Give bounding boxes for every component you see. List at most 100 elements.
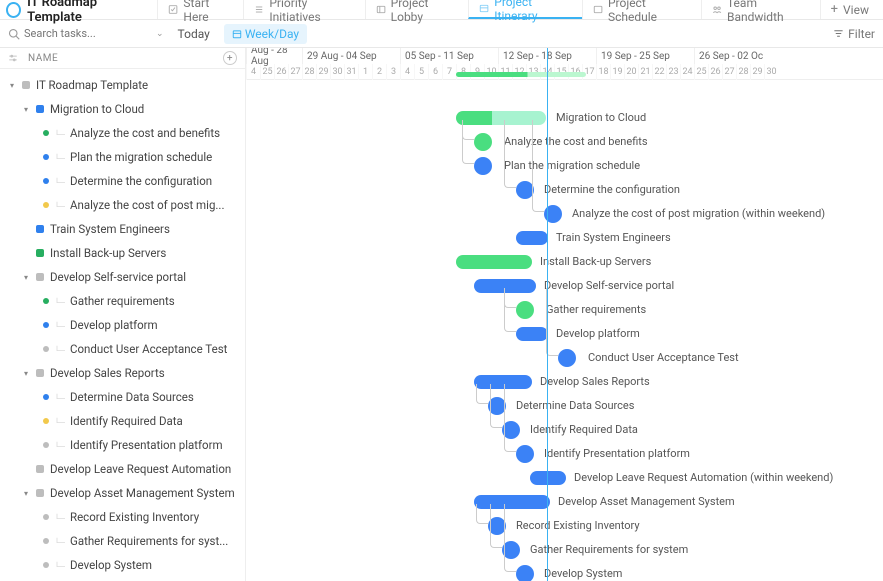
gantt-chart[interactable]: Today Migration to CloudAnalyze the cost…: [246, 80, 883, 581]
week-header: Aug - 28 Aug: [246, 48, 302, 64]
task-label: Gather requirements: [70, 294, 175, 308]
gantt-row[interactable]: Identify Presentation platform: [246, 442, 883, 466]
day-header: 25: [694, 64, 708, 80]
task-row[interactable]: ▾Migration to Cloud: [0, 97, 245, 121]
task-row[interactable]: Identify Presentation platform: [0, 433, 245, 457]
filter-button[interactable]: Filter: [833, 27, 875, 41]
task-row[interactable]: Install Back-up Servers: [0, 241, 245, 265]
status-dot: [43, 394, 49, 400]
task-row[interactable]: ▾Develop Sales Reports: [0, 361, 245, 385]
collapse-icon[interactable]: ▾: [22, 105, 30, 114]
status-dot: [43, 346, 49, 352]
task-row[interactable]: Plan the migration schedule: [0, 145, 245, 169]
task-row[interactable]: Determine the configuration: [0, 169, 245, 193]
task-row[interactable]: Develop platform: [0, 313, 245, 337]
search-box[interactable]: [8, 27, 148, 40]
collapse-icon[interactable]: ▾: [22, 369, 30, 378]
status-dot: [43, 418, 49, 424]
tab-view[interactable]: +View: [820, 0, 879, 19]
task-row[interactable]: Develop System: [0, 553, 245, 577]
bar-label: Conduct User Acceptance Test: [588, 351, 739, 364]
task-row[interactable]: ▾Develop Asset Management System: [0, 481, 245, 505]
today-button[interactable]: Today: [172, 25, 216, 43]
subtask-icon: [56, 177, 66, 185]
milestone-marker[interactable]: [558, 349, 576, 367]
bar-label: Analyze the cost and benefits: [504, 135, 648, 148]
status-dot: [43, 514, 49, 520]
gantt-row[interactable]: Gather requirements: [246, 298, 883, 322]
day-header: 28: [302, 64, 316, 80]
task-bar[interactable]: [516, 231, 548, 245]
task-bar[interactable]: [530, 471, 566, 485]
task-row[interactable]: ▾Develop Self-service portal: [0, 265, 245, 289]
task-label: IT Roadmap Template: [36, 78, 148, 92]
day-header: 29: [750, 64, 764, 80]
task-row[interactable]: Gather Requirements for syst...: [0, 529, 245, 553]
task-row[interactable]: Determine Data Sources: [0, 385, 245, 409]
gantt-row[interactable]: Conduct User Acceptance Test: [246, 346, 883, 370]
collapse-icon[interactable]: ▾: [8, 81, 16, 90]
task-label: Plan the migration schedule: [70, 150, 212, 164]
day-header: 26: [708, 64, 722, 80]
tab-project-lobby[interactable]: Project Lobby: [365, 0, 469, 19]
task-label: Develop System: [70, 558, 152, 572]
status-dot: [43, 154, 49, 160]
milestone-marker[interactable]: [516, 301, 534, 319]
task-bar[interactable]: [516, 327, 548, 341]
gantt-row[interactable]: Develop Sales Reports: [246, 370, 883, 394]
milestone-marker[interactable]: [474, 133, 492, 151]
bar-label: Gather Requirements for system: [530, 543, 688, 556]
task-row[interactable]: Analyze the cost of post mig...: [0, 193, 245, 217]
gantt-row[interactable]: Determine Data Sources: [246, 394, 883, 418]
gantt-row[interactable]: Install Back-up Servers: [246, 250, 883, 274]
search-dropdown-icon[interactable]: ⌄: [156, 29, 164, 39]
subtask-icon: [56, 345, 66, 353]
tab-project-itinerary[interactable]: Project Itinerary: [468, 0, 582, 19]
gantt-row[interactable]: Plan the migration schedule: [246, 154, 883, 178]
milestone-marker[interactable]: [474, 157, 492, 175]
dependency-line: [504, 288, 516, 332]
settings-icon[interactable]: [8, 53, 18, 63]
task-row[interactable]: Gather requirements: [0, 289, 245, 313]
task-row[interactable]: Conduct User Acceptance Test: [0, 337, 245, 361]
task-row[interactable]: Identify Required Data: [0, 409, 245, 433]
gantt-row[interactable]: Develop platform: [246, 322, 883, 346]
task-bar[interactable]: [456, 255, 532, 269]
gantt-row[interactable]: Develop Asset Management System: [246, 490, 883, 514]
collapse-icon[interactable]: ▾: [22, 489, 30, 498]
tab-label: Team Bandwidth: [727, 0, 810, 24]
bar-label: Determine the configuration: [544, 183, 680, 196]
plus-icon: +: [831, 2, 838, 17]
day-header: 27: [288, 64, 302, 80]
gantt-row[interactable]: Record Existing Inventory: [246, 514, 883, 538]
task-row[interactable]: Record Existing Inventory: [0, 505, 245, 529]
collapse-icon[interactable]: ▾: [22, 273, 30, 282]
day-header: 21: [638, 64, 652, 80]
gantt-row[interactable]: Identify Required Data: [246, 418, 883, 442]
gantt-row[interactable]: Gather Requirements for system: [246, 538, 883, 562]
status-dot: [43, 298, 49, 304]
gantt-row[interactable]: Develop Leave Request Automation (within…: [246, 466, 883, 490]
gantt-row[interactable]: Determine the configuration: [246, 178, 883, 202]
search-input[interactable]: [24, 27, 124, 40]
task-row[interactable]: ▾ IT Roadmap Template: [0, 73, 245, 97]
gantt-row[interactable]: Develop Self-service portal: [246, 274, 883, 298]
task-row[interactable]: Analyze the cost and benefits: [0, 121, 245, 145]
status-square: [36, 249, 44, 257]
add-column-button[interactable]: +: [223, 51, 237, 65]
gantt-row[interactable]: Train System Engineers: [246, 226, 883, 250]
milestone-marker[interactable]: [516, 445, 534, 463]
tab-project-schedule[interactable]: Project Schedule: [582, 0, 701, 19]
milestone-marker[interactable]: [516, 565, 534, 581]
day-header: 27: [722, 64, 736, 80]
gantt-row[interactable]: Develop System: [246, 562, 883, 581]
tab-team-bandwidth[interactable]: Team Bandwidth: [701, 0, 820, 19]
gantt-row[interactable]: Migration to Cloud: [246, 106, 883, 130]
tab-start-here[interactable]: Start Here: [157, 0, 243, 19]
gantt-row[interactable]: Analyze the cost and benefits: [246, 130, 883, 154]
task-row[interactable]: Develop Leave Request Automation: [0, 457, 245, 481]
gantt-row[interactable]: Analyze the cost of post migration (with…: [246, 202, 883, 226]
task-row[interactable]: Train System Engineers: [0, 217, 245, 241]
tab-priority-initiatives[interactable]: Priority Initiatives: [243, 0, 364, 19]
zoom-button[interactable]: Week/Day: [224, 24, 307, 44]
